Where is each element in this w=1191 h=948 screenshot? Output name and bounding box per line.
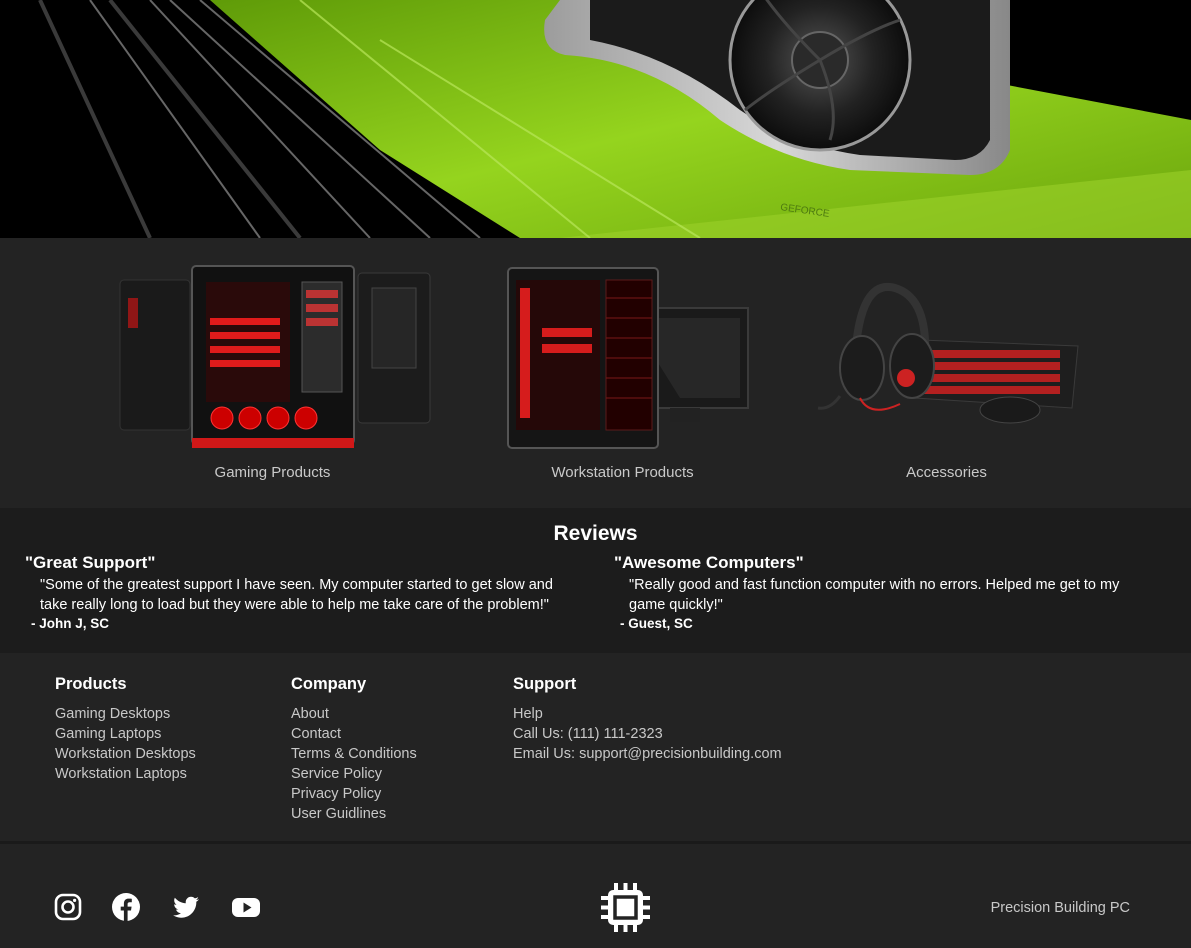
footer-link-terms[interactable]: Terms & Conditions [291,744,417,764]
footer-link-privacy-policy[interactable]: Privacy Policy [291,784,417,804]
category-label: Workstation Products [551,464,694,481]
footer-link-service-policy[interactable]: Service Policy [291,764,417,784]
reviews-heading: Reviews [553,522,638,545]
review-author: - John J, SC [31,616,110,631]
review-author: - Guest, SC [620,616,693,631]
footer-link-help[interactable]: Help [513,704,782,724]
youtube-icon[interactable] [231,892,261,922]
workstation-pc-image [507,267,749,449]
graphics-card-image: GEFORCE [0,0,1191,238]
footer-link-gaming-desktops[interactable]: Gaming Desktops [55,704,196,724]
cpu-chip-icon[interactable] [600,882,651,933]
footer-column-products: Products Gaming Desktops Gaming Laptops … [55,675,196,784]
category-label: Accessories [906,464,987,481]
footer-column-company: Company About Contact Terms & Conditions… [291,675,417,824]
footer-link-contact[interactable]: Contact [291,724,417,744]
footer-link-workstation-desktops[interactable]: Workstation Desktops [55,744,196,764]
review-title: "Awesome Computers" [614,553,804,572]
reviews-section: Reviews "Great Support" "Some of the gre… [0,508,1191,653]
instagram-icon[interactable] [53,892,83,922]
footer-heading: Products [55,675,127,693]
footer-heading: Support [513,675,577,693]
category-gaming-products[interactable]: Gaming Products [110,238,435,508]
gaming-pc-image [119,265,431,448]
footer-column-support: Support Help Call Us: (111) 111-2323 Ema… [513,675,782,764]
accessories-image [817,282,1079,424]
review-card: "Great Support" "Some of the greatest su… [25,553,555,631]
review-body: "Really good and fast function computer … [629,577,1120,613]
footer-phone[interactable]: Call Us: (111) 111-2323 [513,724,782,744]
review-card: "Awesome Computers" "Really good and fas… [614,553,1144,631]
review-title: "Great Support" [25,553,156,572]
review-body: "Some of the greatest support I have see… [40,577,553,613]
footer-links: Products Gaming Desktops Gaming Laptops … [0,653,1191,841]
footer-heading: Company [291,675,367,693]
twitter-icon[interactable] [171,892,201,922]
hero-banner: GEFORCE [0,0,1191,238]
footer-link-user-guidelines[interactable]: User Guidlines [291,804,417,824]
footer-email[interactable]: Email Us: support@precisionbuilding.com [513,744,782,764]
category-accessories[interactable]: Accessories [800,238,1093,508]
category-label: Gaming Products [214,464,331,481]
facebook-icon[interactable] [111,892,141,922]
footer-link-gaming-laptops[interactable]: Gaming Laptops [55,724,196,744]
footer-link-workstation-laptops[interactable]: Workstation Laptops [55,764,196,784]
product-categories: Gaming Products Workstation Products Acc… [0,238,1191,508]
bottom-bar: Precision Building PC [0,844,1191,948]
footer-link-about[interactable]: About [291,704,417,724]
category-workstation-products[interactable]: Workstation Products [460,238,785,508]
brand-name: Precision Building PC [990,900,1130,916]
